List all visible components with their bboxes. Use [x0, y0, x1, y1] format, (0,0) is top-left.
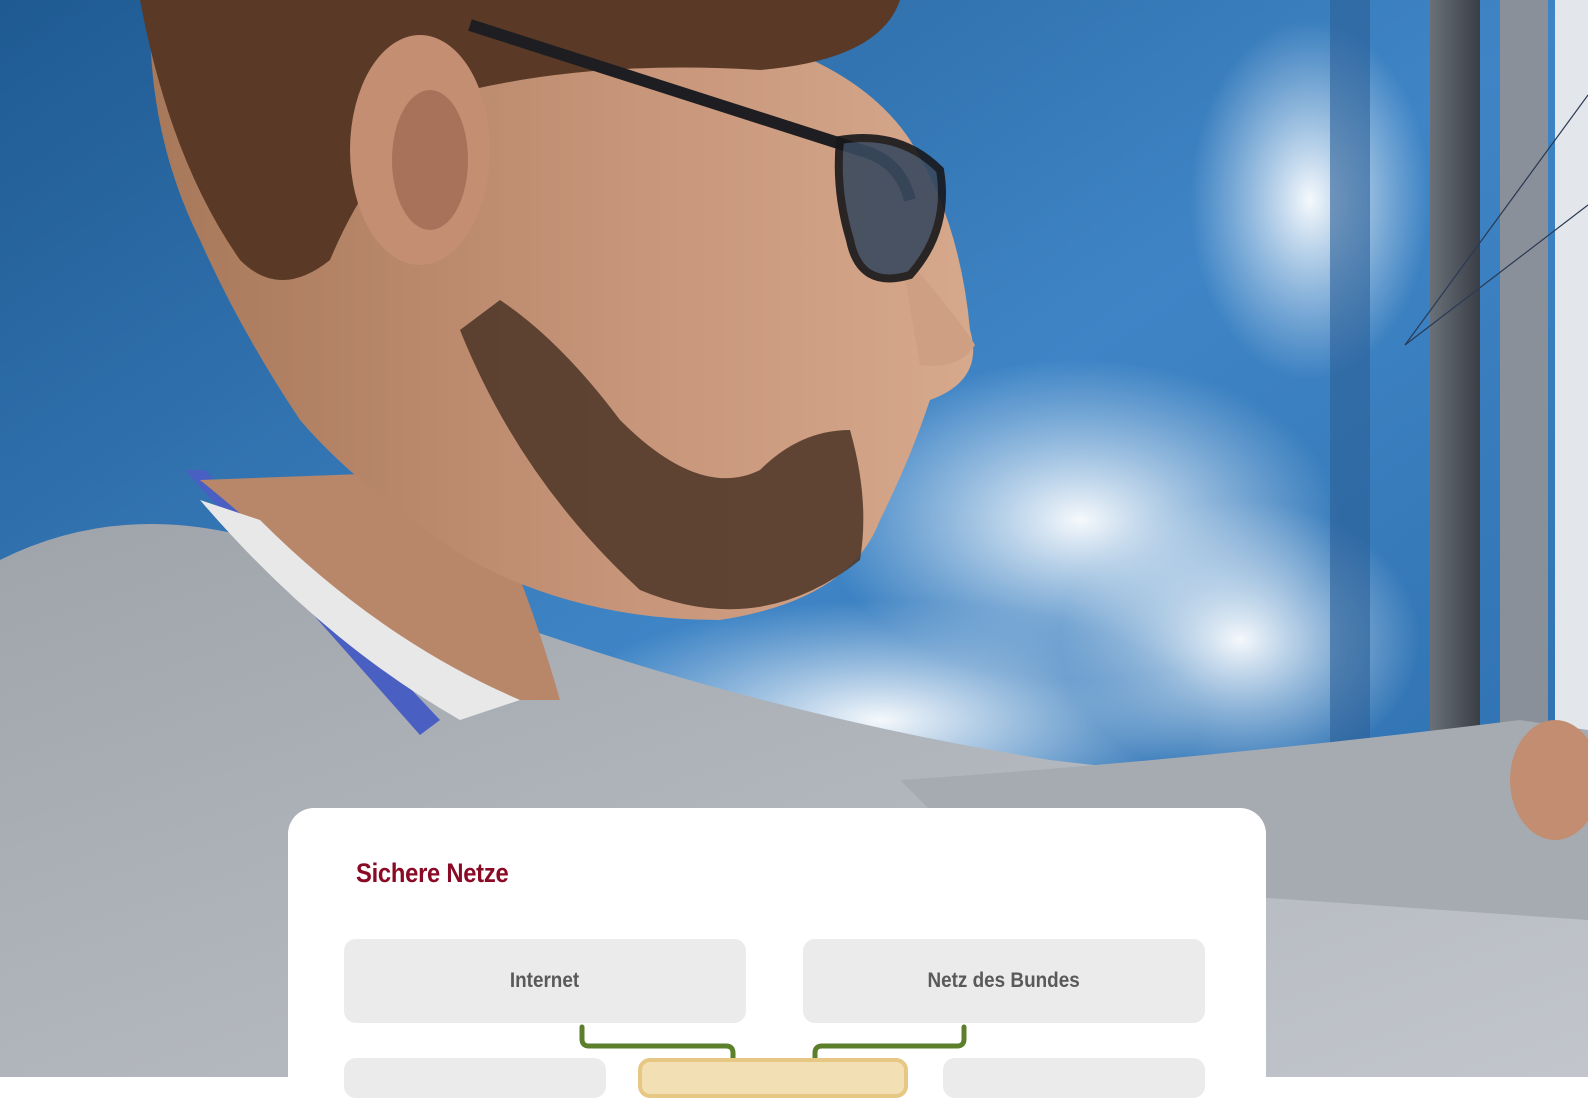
node-partial-right — [943, 1058, 1205, 1098]
sichere-netze-card: Sichere Netze Internet Netz des Bundes — [288, 808, 1266, 1108]
node-partial-center — [638, 1058, 908, 1098]
connector-lines — [579, 1024, 967, 1080]
node-partial-left — [344, 1058, 606, 1098]
